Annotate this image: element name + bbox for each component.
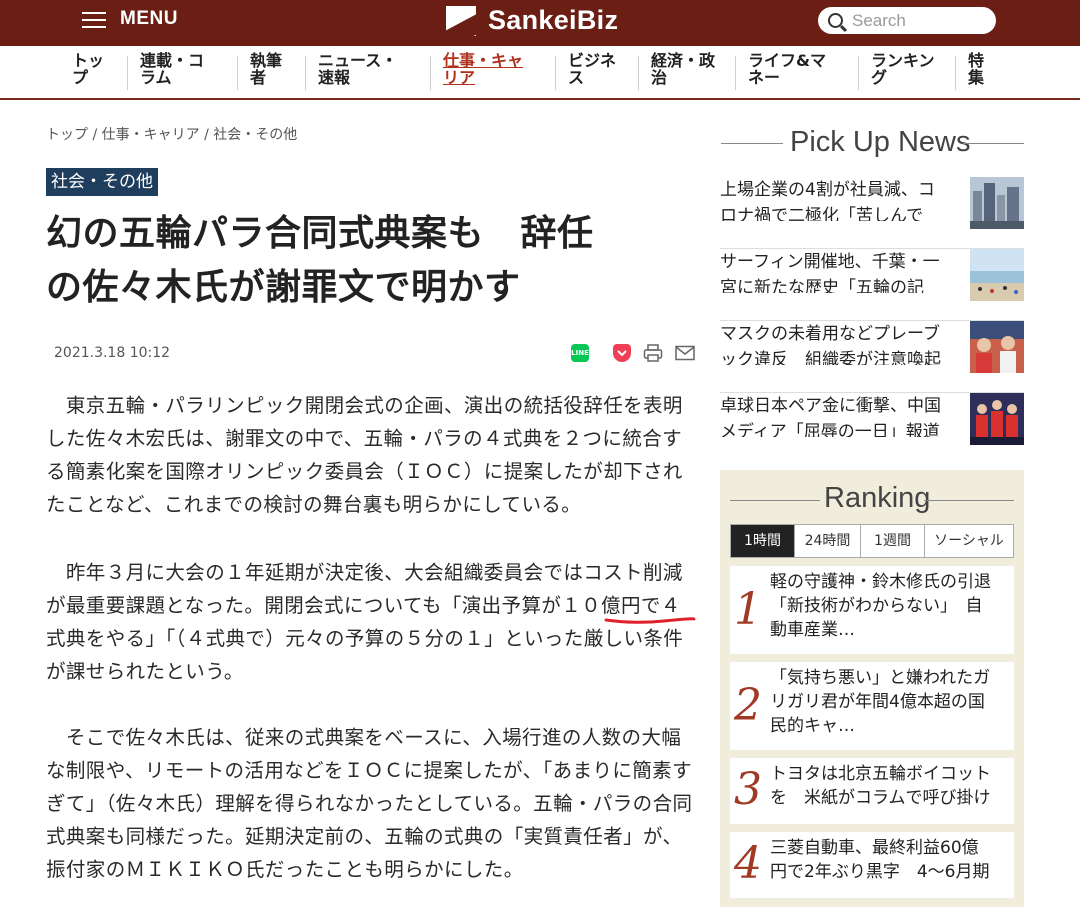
article-headline: 幻の五輪パラ合同式典案も 辞任 の佐々木氏が謝罪文で明かす: [46, 207, 696, 315]
pickup-thumbnail-people: [970, 321, 1024, 373]
category-nav: トップ 連載・コ ラム 執筆者 ニュース・ 速報 仕事・キャ リア ビジネス 経済・政…: [0, 46, 1080, 100]
title-rule: [963, 143, 1024, 144]
tab-1-hour[interactable]: 1時間: [731, 525, 795, 557]
nav-item-label: ス: [568, 68, 585, 87]
search-box[interactable]: [818, 7, 996, 34]
title-rule: [924, 500, 1014, 501]
print-icon[interactable]: [643, 344, 663, 362]
red-hand-underline: [604, 617, 696, 624]
ranking-item[interactable]: 3 トヨタは北京五輪ボイコットを 米紙がコラムで呼び掛け: [730, 758, 1014, 824]
nav-divider: [127, 56, 128, 90]
ranking-item-text: 三菱自動車、最終利益60億 円で2年ぶり黒字 4〜6月期: [770, 838, 990, 882]
nav-item-label: 集: [968, 68, 985, 87]
nav-divider: [955, 56, 956, 90]
hamburger-icon: [82, 12, 106, 30]
pickup-item[interactable]: 上場企業の4割が社員減、コ ロナ禍で二極化「苦しんで: [720, 177, 1024, 249]
breadcrumb-top[interactable]: トップ: [46, 127, 88, 143]
nav-item-label: リア: [443, 68, 476, 87]
menu-label: MENU: [120, 8, 178, 29]
nav-item-news[interactable]: ニュース・ 速報: [318, 52, 397, 86]
nav-item-top[interactable]: トップ: [72, 52, 104, 86]
article-paragraph: そこで佐々木氏は、従来の式典案をベースに、入場行進の人数の大幅な制限や、リモート…: [46, 726, 693, 881]
title-rule: [730, 500, 820, 501]
pickup-thumbnail-podium: [970, 393, 1024, 445]
nav-item-label: ネー: [748, 68, 781, 87]
pickup-title: Pick Up News: [790, 126, 971, 158]
ranking-item-text: トヨタは北京五輪ボイコットを 米紙がコラムで呼び掛け: [770, 764, 991, 808]
nav-item-label: 速報: [318, 68, 351, 87]
rank-number: 1: [734, 584, 762, 635]
logo-mark-icon: [446, 5, 476, 36]
ranking-item-text: 「気持ち悪い」と嫌われたガ リガリ君が年間4億本超の国 民的キャ…: [770, 668, 991, 736]
breadcrumb: トップ / 仕事・キャリア / 社会・その他: [46, 124, 297, 144]
ranking-tabs: 1時間 24時間 1週間 ソーシャル: [730, 524, 1014, 558]
nav-item-label: ラム: [140, 68, 172, 87]
mail-icon[interactable]: [675, 344, 695, 362]
ranking-item[interactable]: 1 軽の守護神・鈴木修氏の引退 「新技術がわからない」 自動車産業…: [730, 566, 1014, 654]
site-logo[interactable]: SankeiBiz: [446, 5, 618, 36]
publish-date: 2021.3.18 10:12: [54, 345, 171, 361]
ranking-panel: Ranking 1時間 24時間 1週間 ソーシャル 1 軽の守護神・鈴木修氏の…: [720, 470, 1024, 907]
tab-1-week[interactable]: 1週間: [861, 525, 925, 557]
title-rule: [721, 143, 783, 144]
nav-divider: [305, 56, 306, 90]
breadcrumb-separator: /: [88, 127, 102, 143]
nav-item-life-money[interactable]: ライフ&マ ネー: [748, 52, 826, 86]
rank-number: 2: [734, 680, 762, 731]
rank-number: 3: [734, 764, 762, 815]
article-paragraph: 昨年３月に大会の１年延期が決定後、大会組織委員会ではコスト削減が最重要課題となっ…: [46, 561, 684, 683]
nav-divider: [858, 56, 859, 90]
pickup-thumbnail-city: [970, 177, 1024, 229]
nav-item-career[interactable]: 仕事・キャ リア: [443, 52, 523, 86]
nav-item-writers[interactable]: 執筆者: [250, 52, 282, 86]
pickup-item[interactable]: 卓球日本ペア金に衝撃、中国 メディア「屈辱の一日」報道: [720, 393, 1024, 465]
nav-divider: [638, 56, 639, 90]
pickup-item-text: マスクの未着用などプレーブ ック違反 組織委が注意喚起: [720, 324, 941, 365]
nav-divider: [555, 56, 556, 90]
pocket-icon[interactable]: [613, 344, 631, 362]
nav-item-label: プ: [72, 68, 89, 87]
ranking-title: Ranking: [824, 482, 931, 514]
nav-item-special[interactable]: 特集: [968, 52, 984, 86]
nav-item-economy[interactable]: 経済・政治: [651, 52, 715, 86]
nav-divider: [237, 56, 238, 90]
rank-number: 4: [734, 838, 762, 889]
pickup-item[interactable]: サーフィン開催地、千葉・一 宮に新たな歴史「五輪の記: [720, 249, 1024, 321]
pickup-thumbnail-beach: [970, 249, 1024, 301]
top-bar: MENU SankeiBiz: [0, 0, 1080, 46]
ranking-item[interactable]: 4 三菱自動車、最終利益60億 円で2年ぶり黒字 4〜6月期: [730, 832, 1014, 898]
breadcrumb-career[interactable]: 仕事・キャリア: [102, 127, 200, 143]
breadcrumb-society[interactable]: 社会・その他: [213, 127, 297, 143]
logo-text: SankeiBiz: [488, 5, 619, 35]
category-badge[interactable]: 社会・その他: [46, 168, 158, 196]
pickup-item-text: 上場企業の4割が社員減、コ ロナ禍で二極化「苦しんで: [720, 180, 935, 221]
headline-line-2: の佐々木氏が謝罪文で明かす: [46, 267, 521, 308]
nav-item-business[interactable]: ビジネス: [568, 52, 616, 86]
nav-item-serial[interactable]: 連載・コ ラム: [140, 52, 204, 86]
menu-button[interactable]: MENU: [82, 8, 178, 30]
ranking-item[interactable]: 2 「気持ち悪い」と嫌われたガ リガリ君が年間4億本超の国 民的キャ…: [730, 662, 1014, 750]
article-paragraph: 東京五輪・パラリンピック開閉会式の企画、演出の統括役辞任を表明した佐々木宏氏は、…: [46, 394, 683, 516]
nav-item-label: 者: [250, 68, 267, 87]
pickup-item-text: サーフィン開催地、千葉・一 宮に新たな歴史「五輪の記: [720, 252, 940, 293]
nav-divider: [430, 56, 431, 90]
search-icon[interactable]: [828, 13, 843, 28]
pickup-item-text: 卓球日本ペア金に衝撃、中国 メディア「屈辱の一日」報道: [720, 396, 941, 437]
ranking-item-text: 軽の守護神・鈴木修氏の引退 「新技術がわからない」 自動車産業…: [770, 572, 991, 640]
tab-social[interactable]: ソーシャル: [925, 525, 1013, 557]
nav-divider: [735, 56, 736, 90]
breadcrumb-separator: /: [199, 127, 214, 143]
search-input[interactable]: [852, 10, 982, 31]
line-share-icon[interactable]: LINE: [571, 344, 589, 362]
tab-24-hours[interactable]: 24時間: [795, 525, 861, 557]
nav-item-ranking[interactable]: ランキング: [871, 52, 935, 86]
headline-line-1: 幻の五輪パラ合同式典案も 辞任: [46, 213, 594, 254]
nav-item-label: 治: [651, 68, 668, 87]
nav-item-label: グ: [871, 68, 888, 87]
pickup-item[interactable]: マスクの未着用などプレーブ ック違反 組織委が注意喚起: [720, 321, 1024, 393]
